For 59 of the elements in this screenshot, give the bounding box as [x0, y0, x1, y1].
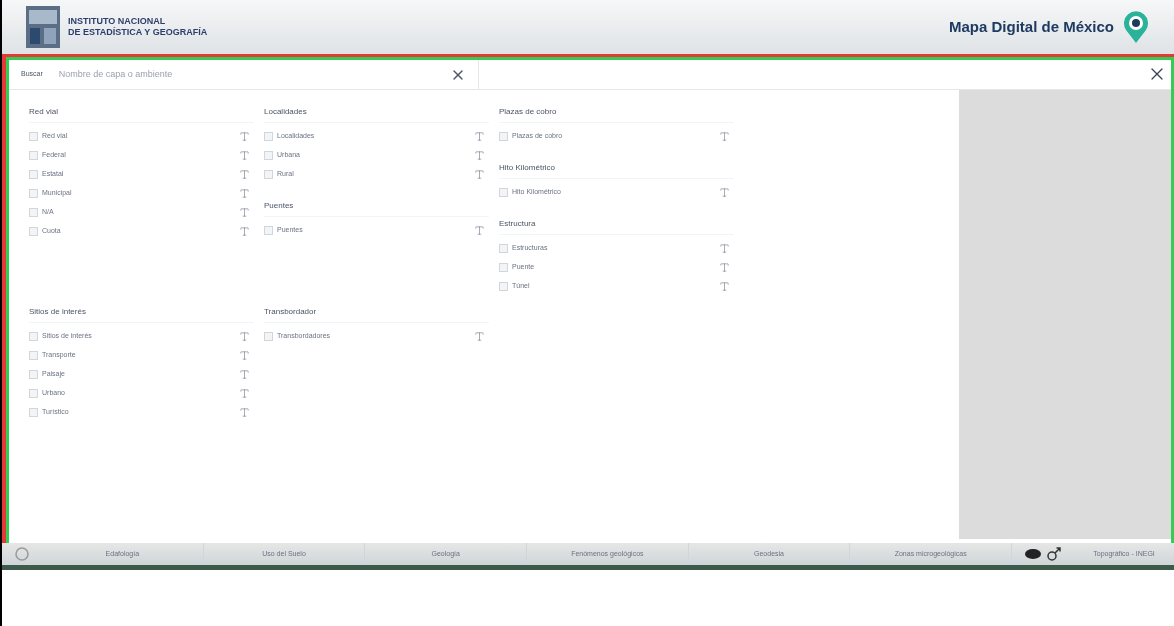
layer-checkbox[interactable]	[264, 170, 273, 179]
text-label-icon[interactable]	[239, 226, 250, 237]
group-title: Puentes	[264, 200, 489, 217]
chat-bubble-icon[interactable]	[1024, 548, 1043, 560]
app-title: Mapa Digital de México	[948, 16, 1114, 37]
group-title: Localidades	[264, 106, 489, 123]
refresh-icon[interactable]	[14, 546, 30, 562]
text-label-icon[interactable]	[719, 131, 730, 142]
text-label-icon[interactable]	[719, 187, 730, 198]
text-label-icon[interactable]	[474, 150, 485, 161]
layer-checkbox[interactable]	[29, 351, 38, 360]
text-label-icon[interactable]	[239, 150, 250, 161]
group-title: Estructura	[499, 218, 734, 235]
layer-checkbox[interactable]	[29, 370, 38, 379]
text-label-icon[interactable]	[719, 243, 730, 254]
text-label-icon[interactable]	[239, 207, 250, 218]
text-label-icon[interactable]	[239, 369, 250, 380]
layer-checkbox[interactable]	[264, 151, 273, 160]
text-label-icon[interactable]	[239, 350, 250, 361]
layer-checkbox[interactable]	[499, 188, 508, 197]
layer-checkbox[interactable]	[499, 263, 508, 272]
text-label-icon[interactable]	[239, 331, 250, 342]
group-title: Plazas de cobro	[499, 106, 734, 123]
layer-checkbox[interactable]	[29, 189, 38, 198]
layer-checkbox[interactable]	[29, 208, 38, 217]
search-input[interactable]: Nombre de capa o ambiente	[58, 67, 434, 82]
text-label-icon[interactable]	[239, 131, 250, 142]
text-label-icon[interactable]	[474, 169, 485, 180]
layer-checkbox[interactable]	[29, 227, 38, 236]
layer-checkbox[interactable]	[264, 226, 273, 235]
text-label-icon[interactable]	[474, 131, 485, 142]
layer-checkbox[interactable]	[499, 282, 508, 291]
layer-checkbox[interactable]	[29, 389, 38, 398]
group-title: Sitios de interés	[29, 306, 254, 323]
text-label-icon[interactable]	[474, 225, 485, 236]
map-pin-icon	[1122, 10, 1150, 44]
text-label-icon[interactable]	[719, 281, 730, 292]
group-title: Hito Kilométrico	[499, 162, 734, 179]
text-label-icon[interactable]	[239, 388, 250, 399]
layer-checkbox[interactable]	[29, 332, 38, 341]
text-label-icon[interactable]	[239, 169, 250, 180]
layer-checkbox[interactable]	[264, 132, 273, 141]
layer-checkbox[interactable]	[499, 132, 508, 141]
layer-checkbox[interactable]	[499, 244, 508, 253]
text-label-icon[interactable]	[239, 407, 250, 418]
layer-checkbox[interactable]	[264, 332, 273, 341]
layer-checkbox[interactable]	[29, 408, 38, 417]
gender-symbol-icon[interactable]	[1046, 547, 1063, 561]
layer-checkbox[interactable]	[29, 151, 38, 160]
group-title: Red vial	[29, 106, 254, 123]
text-label-icon[interactable]	[474, 331, 485, 342]
layer-checkbox[interactable]	[29, 132, 38, 141]
text-label-icon[interactable]	[719, 262, 730, 273]
logo-icon	[26, 6, 60, 48]
group-title: Transbordador	[264, 306, 489, 323]
institution-name: INSTITUTO NACIONAL	[68, 15, 167, 27]
text-label-icon[interactable]	[239, 188, 250, 199]
layer-checkbox[interactable]	[29, 170, 38, 179]
institution-name: DE ESTADÍSTICA Y GEOGRAFÍA	[68, 27, 208, 39]
